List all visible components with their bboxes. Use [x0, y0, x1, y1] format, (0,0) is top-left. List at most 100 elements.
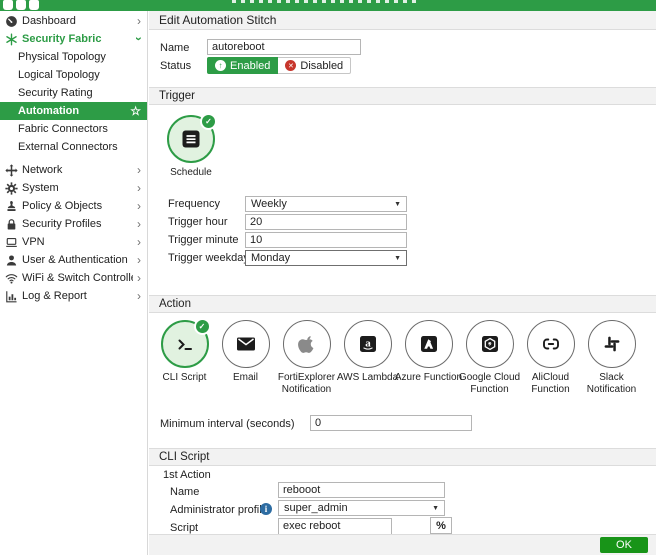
favorite-star-icon[interactable]: ☆ — [130, 105, 141, 117]
sidebar-item-fabric-connectors[interactable]: Fabric Connectors — [0, 120, 147, 138]
topbar-dashes — [232, 0, 420, 3]
content-panel: Edit Automation Stitch Name Status ↑ Ena… — [149, 11, 656, 555]
status-toggle: ↑ Enabled ✕ Disabled — [207, 57, 351, 74]
security-fabric-icon — [5, 33, 18, 46]
sidebar-item-vpn[interactable]: VPN › — [0, 233, 147, 251]
aws-icon: a — [356, 332, 380, 356]
sidebar-item-label: Network — [22, 164, 133, 176]
admin-profile-value: super_admin — [284, 502, 348, 514]
sidebar-item-label: Security Rating — [18, 87, 141, 99]
sidebar-item-label: Fabric Connectors — [18, 123, 141, 135]
action-tile-email[interactable]: Email — [215, 320, 276, 395]
sidebar-item-security-fabric[interactable]: Security Fabric › — [0, 30, 147, 48]
sidebar-item-physical-topology[interactable]: Physical Topology — [0, 48, 147, 66]
status-disabled-label: Disabled — [300, 60, 343, 72]
sidebar-item-system[interactable]: System › — [0, 179, 147, 197]
chevron-right-icon: › — [137, 290, 141, 302]
check-badge-icon: ✓ — [194, 318, 211, 335]
check-badge-icon: ✓ — [200, 113, 217, 130]
schedule-icon — [179, 127, 203, 151]
script-line-1: exec reboot — [283, 520, 387, 533]
trigger-weekday-select[interactable]: Monday ▼ — [245, 250, 407, 266]
status-label: Status — [160, 60, 191, 72]
sidebar-item-network[interactable]: Network › — [0, 161, 147, 179]
trigger-tile-schedule[interactable]: ✓ Schedule — [162, 115, 220, 179]
cli-script-section-header: CLI Script — [149, 448, 656, 466]
action-tile-cli-script[interactable]: ✓ CLI Script — [154, 320, 215, 395]
chevron-right-icon: › — [137, 182, 141, 194]
trigger-hour-input[interactable] — [245, 214, 407, 230]
footer-bar: OK — [149, 534, 656, 555]
sidebar-item-label: User & Authentication — [22, 254, 133, 266]
topbar — [0, 0, 656, 11]
log-icon — [5, 290, 18, 303]
trigger-weekday-value: Monday — [251, 252, 290, 264]
wifi-icon — [5, 272, 18, 285]
sidebar-item-user-authentication[interactable]: User & Authentication › — [0, 251, 147, 269]
cli-name-input[interactable] — [278, 482, 445, 498]
action-section-header: Action — [149, 295, 656, 313]
sidebar: Dashboard › Security Fabric › Physical T… — [0, 11, 148, 555]
info-icon[interactable]: i — [260, 503, 272, 515]
sidebar-item-wifi-switch-controller[interactable]: WiFi & Switch Controller › — [0, 269, 147, 287]
sidebar-item-log-report[interactable]: Log & Report › — [0, 287, 147, 305]
chevron-right-icon: › — [137, 15, 141, 27]
chevron-right-icon: › — [137, 236, 141, 248]
action-tile-slack-notification[interactable]: Slack Notification — [581, 320, 642, 395]
sidebar-item-policy-objects[interactable]: Policy & Objects › — [0, 197, 147, 215]
trigger-minute-label: Trigger minute — [168, 234, 239, 246]
caret-down-icon: ▼ — [394, 255, 401, 262]
google-cloud-icon — [478, 332, 502, 356]
cli-icon — [173, 332, 197, 356]
sidebar-item-external-connectors[interactable]: External Connectors — [0, 138, 147, 156]
network-icon — [5, 164, 18, 177]
name-label: Name — [160, 42, 189, 54]
status-disabled-button[interactable]: ✕ Disabled — [278, 57, 351, 74]
action-tile-aws-lambda[interactable]: a AWS Lambda — [337, 320, 398, 395]
min-interval-input[interactable] — [310, 415, 472, 431]
chevron-right-icon: › — [137, 200, 141, 212]
email-icon — [234, 332, 258, 356]
action-tile-label: Slack Notification — [576, 372, 648, 395]
trigger-section-header: Trigger — [149, 87, 656, 105]
user-icon — [5, 254, 18, 267]
status-enabled-label: Enabled — [230, 60, 270, 72]
name-input[interactable] — [207, 39, 361, 55]
status-enabled-button[interactable]: ↑ Enabled — [207, 57, 278, 74]
chevron-down-icon: › — [133, 37, 145, 41]
ok-button[interactable]: OK — [600, 537, 648, 553]
action-tile-fortiexplorer-notification[interactable]: FortiExplorer Notification — [276, 320, 337, 395]
frequency-value: Weekly — [251, 198, 287, 210]
first-action-label: 1st Action — [163, 469, 211, 481]
sidebar-item-label: Security Profiles — [22, 218, 133, 230]
sidebar-item-automation[interactable]: Automation ☆ — [0, 102, 147, 120]
admin-profile-select[interactable]: super_admin ▼ — [278, 500, 445, 516]
lock-icon — [5, 218, 18, 231]
fortinet-logo-icon — [3, 0, 39, 10]
sidebar-item-dashboard[interactable]: Dashboard › — [0, 12, 147, 30]
action-tile-google-cloud-function[interactable]: Google Cloud Function — [459, 320, 520, 395]
trigger-weekday-label: Trigger weekday — [168, 252, 249, 264]
sidebar-item-security-rating[interactable]: Security Rating — [0, 84, 147, 102]
sidebar-item-label: VPN — [22, 236, 133, 248]
caret-down-icon: ▼ — [432, 505, 439, 512]
sidebar-item-label: Policy & Objects — [22, 200, 133, 212]
chevron-right-icon: › — [137, 218, 141, 230]
script-variables-button[interactable]: % — [430, 517, 452, 534]
chevron-right-icon: › — [137, 164, 141, 176]
sidebar-item-label: WiFi & Switch Controller — [22, 272, 133, 284]
sidebar-item-label: Physical Topology — [18, 51, 141, 63]
sidebar-item-label: System — [22, 182, 133, 194]
frequency-select[interactable]: Weekly ▼ — [245, 196, 407, 212]
sidebar-item-label: Log & Report — [22, 290, 133, 302]
action-tile-azure-function[interactable]: Azure Function — [398, 320, 459, 395]
trigger-minute-input[interactable] — [245, 232, 407, 248]
sidebar-item-logical-topology[interactable]: Logical Topology — [0, 66, 147, 84]
action-tiles: ✓ CLI Script Email FortiExplorer Notific… — [154, 320, 642, 395]
chevron-right-icon: › — [137, 272, 141, 284]
system-icon — [5, 182, 18, 195]
action-tile-alicloud-function[interactable]: AliCloud Function — [520, 320, 581, 395]
sidebar-item-security-profiles[interactable]: Security Profiles › — [0, 215, 147, 233]
chevron-right-icon: › — [137, 254, 141, 266]
svg-text:a: a — [365, 338, 371, 350]
